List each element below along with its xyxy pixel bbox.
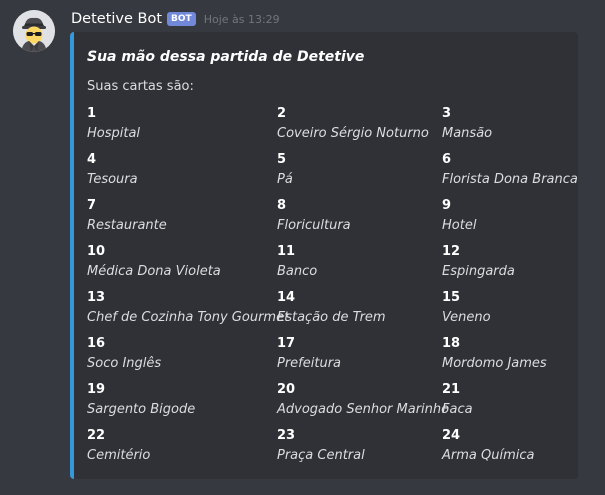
field-value: Mordomo James <box>442 356 547 371</box>
field-name: 7 <box>87 198 97 213</box>
field-name: 3 <box>442 106 452 121</box>
embed-field: 8 Floricultura <box>277 196 351 235</box>
field-name: 12 <box>442 244 461 259</box>
field-name: 1 <box>87 106 97 121</box>
field-value: Hotel <box>442 218 477 233</box>
timestamp[interactable]: Hoje às 13:29 <box>204 13 280 26</box>
field-name: 4 <box>87 152 97 167</box>
field-name: 18 <box>442 336 461 351</box>
embed-field: 7 Restaurante <box>87 196 167 235</box>
embed-field: 24 Arma Química <box>442 426 534 465</box>
username[interactable]: Detetive Bot <box>71 11 162 27</box>
embed-field: 21 Faca <box>442 380 473 419</box>
field-name: 9 <box>442 198 452 213</box>
field-name: 20 <box>277 382 296 397</box>
embed-field: 23 Praça Central <box>277 426 365 465</box>
embed-field: 4 Tesoura <box>87 150 138 189</box>
field-name: 19 <box>87 382 106 397</box>
embed-field: 15 Veneno <box>442 288 491 327</box>
field-value: Hospital <box>87 126 141 141</box>
embed: Sua mão dessa partida de Detetive Suas c… <box>70 32 578 479</box>
field-name: 22 <box>87 428 106 443</box>
embed-field: 18 Mordomo James <box>442 334 547 373</box>
field-value: Pá <box>277 172 293 187</box>
field-name: 13 <box>87 290 106 305</box>
field-value: Cemitério <box>87 448 151 463</box>
embed-field: 11 Banco <box>277 242 317 281</box>
embed-field: 2 Coveiro Sérgio Noturno <box>277 104 429 143</box>
field-name: 5 <box>277 152 287 167</box>
embed-field: 13 Chef de Cozinha Tony Gourmet <box>87 288 289 327</box>
field-name: 15 <box>442 290 461 305</box>
embed-field: 17 Prefeitura <box>277 334 341 373</box>
field-value: Sargento Bigode <box>87 402 196 417</box>
field-value: Espingarda <box>442 264 515 279</box>
embed-field: 16 Soco Inglês <box>87 334 161 373</box>
field-value: Médica Dona Violeta <box>87 264 221 279</box>
field-name: 10 <box>87 244 106 259</box>
embed-field: 19 Sargento Bigode <box>87 380 195 419</box>
field-name: 24 <box>442 428 461 443</box>
embed-field: 3 Mansão <box>442 104 492 143</box>
field-value: Faca <box>442 402 473 417</box>
chat-message: Detetive Bot BOT Hoje às 13:29 Sua mão d… <box>0 0 605 495</box>
field-value: Arma Química <box>442 448 535 463</box>
embed-field: 9 Hotel <box>442 196 476 235</box>
field-value: Mansão <box>442 126 493 141</box>
field-name: 14 <box>277 290 296 305</box>
embed-field: 20 Advogado Senhor Marinho <box>277 380 449 419</box>
field-value: Floricultura <box>277 218 351 233</box>
field-name: 16 <box>87 336 106 351</box>
field-name: 23 <box>277 428 296 443</box>
field-value: Restaurante <box>87 218 167 233</box>
field-name: 17 <box>277 336 296 351</box>
embed-field: 6 Florista Dona Branca <box>442 150 578 189</box>
field-value: Advogado Senhor Marinho <box>277 402 450 417</box>
bot-tag: BOT <box>167 12 196 26</box>
embed-field: 1 Hospital <box>87 104 140 143</box>
field-value: Tesoura <box>87 172 138 187</box>
field-name: 6 <box>442 152 452 167</box>
detective-icon <box>13 10 55 52</box>
embed-field: 14 Estação de Trem <box>277 288 386 327</box>
embed-field: 22 Cemitério <box>87 426 150 465</box>
field-name: 21 <box>442 382 461 397</box>
field-value: Chef de Cozinha Tony Gourmet <box>87 310 290 325</box>
embed-description: Suas cartas são: <box>87 79 194 94</box>
field-value: Estação de Trem <box>277 310 386 325</box>
message-header: Detetive Bot BOT Hoje às 13:29 <box>71 9 280 29</box>
field-name: 2 <box>277 106 287 121</box>
bot-avatar[interactable] <box>13 10 55 52</box>
embed-field: 12 Espingarda <box>442 242 515 281</box>
field-value: Soco Inglês <box>87 356 162 371</box>
embed-title: Sua mão dessa partida de Detetive <box>87 49 365 65</box>
field-value: Veneno <box>442 310 491 325</box>
field-value: Prefeitura <box>277 356 342 371</box>
field-value: Florista Dona Branca <box>442 172 578 187</box>
embed-field: 5 Pá <box>277 150 293 189</box>
field-value: Coveiro Sérgio Noturno <box>277 126 429 141</box>
embed-field: 10 Médica Dona Violeta <box>87 242 221 281</box>
field-name: 11 <box>277 244 296 259</box>
field-name: 8 <box>277 198 287 213</box>
field-value: Banco <box>277 264 318 279</box>
field-value: Praça Central <box>277 448 365 463</box>
